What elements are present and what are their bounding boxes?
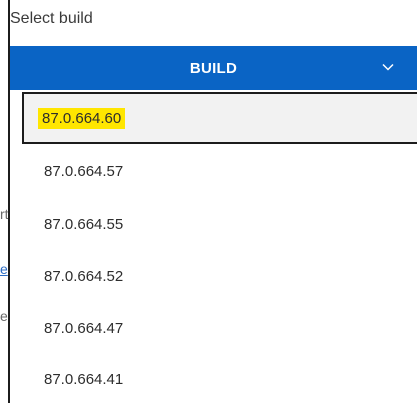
build-option-label: 87.0.664.57 xyxy=(44,162,124,180)
build-option[interactable]: 87.0.664.47 xyxy=(22,304,417,352)
build-option[interactable]: 87.0.664.55 xyxy=(22,200,417,248)
build-options-list: 87.0.664.60 87.0.664.57 87.0.664.55 87.0… xyxy=(8,92,417,403)
select-build-label: Select build xyxy=(10,10,93,27)
background-text-fragment: rt xyxy=(0,206,8,222)
build-option-label: 87.0.664.41 xyxy=(44,370,124,388)
build-button-label: BUILD xyxy=(189,59,238,77)
background-link-fragment: e xyxy=(0,261,8,277)
build-option-label: 87.0.664.52 xyxy=(44,267,124,285)
build-option[interactable]: 87.0.664.52 xyxy=(22,252,417,300)
build-option-label: 87.0.664.55 xyxy=(44,215,124,233)
build-option-label: 87.0.664.47 xyxy=(44,319,124,337)
build-option-label: 87.0.664.60 xyxy=(38,107,126,129)
build-dropdown-button[interactable]: BUILD xyxy=(10,46,417,90)
build-option-selected[interactable]: 87.0.664.60 xyxy=(22,92,417,144)
background-text-fragment: el xyxy=(0,308,8,324)
chevron-down-icon xyxy=(382,63,394,71)
build-option[interactable]: 87.0.664.41 xyxy=(22,355,417,403)
build-option[interactable]: 87.0.664.57 xyxy=(22,147,417,195)
